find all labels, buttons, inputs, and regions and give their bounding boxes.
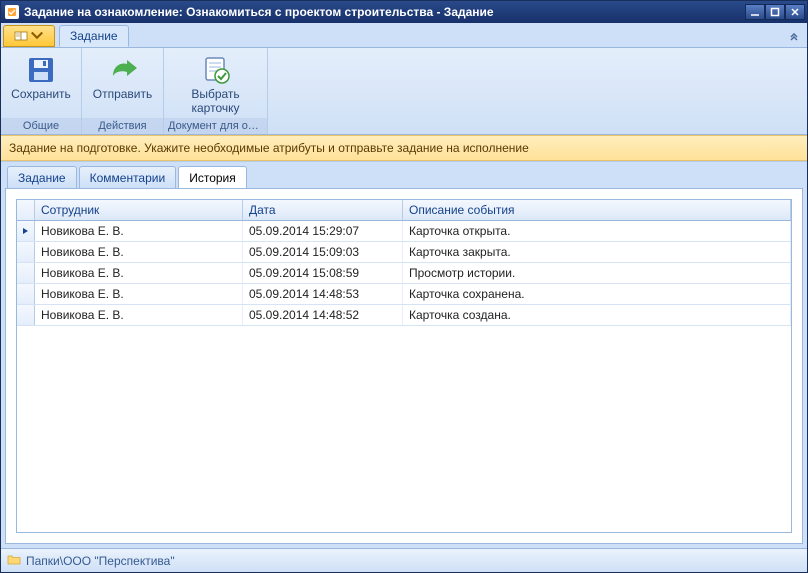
ribbon-tab-task[interactable]: Задание: [59, 25, 129, 47]
grid-body[interactable]: Новикова Е. В.05.09.2014 15:29:07Карточк…: [17, 221, 791, 532]
cell-date: 05.09.2014 15:29:07: [243, 221, 403, 241]
cell-employee: Новикова Е. В.: [35, 305, 243, 325]
maximize-button[interactable]: [765, 4, 785, 20]
cell-desc: Карточка создана.: [403, 305, 791, 325]
cell-desc: Карточка сохранена.: [403, 284, 791, 304]
app-window: Задание на ознакомление: Ознакомиться с …: [0, 0, 808, 573]
ribbon-tabstrip: Задание: [1, 23, 807, 47]
row-indicator: [17, 263, 35, 283]
history-grid: Сотрудник Дата Описание события Новикова…: [16, 199, 792, 533]
cell-desc: Карточка закрыта.: [403, 242, 791, 262]
table-row[interactable]: Новикова Е. В.05.09.2014 14:48:52Карточк…: [17, 305, 791, 326]
col-employee[interactable]: Сотрудник: [35, 200, 243, 220]
table-row[interactable]: Новикова Е. В.05.09.2014 15:09:03Карточк…: [17, 242, 791, 263]
ribbon-collapse-button[interactable]: [785, 29, 803, 47]
tab-history[interactable]: История: [178, 166, 247, 188]
info-bar: Задание на подготовке. Укажите необходим…: [1, 135, 807, 161]
row-header-corner: [17, 200, 35, 220]
status-path: Папки\ООО "Перспектива": [26, 554, 175, 568]
close-button[interactable]: [785, 4, 805, 20]
statusbar: Папки\ООО "Перспектива": [1, 548, 807, 572]
tab-task[interactable]: Задание: [7, 166, 77, 188]
cell-desc: Просмотр истории.: [403, 263, 791, 283]
col-desc[interactable]: Описание события: [403, 200, 791, 220]
floppy-icon: [25, 54, 57, 86]
row-indicator: [17, 284, 35, 304]
send-icon: [107, 54, 139, 86]
table-row[interactable]: Новикова Е. В.05.09.2014 15:29:07Карточк…: [17, 221, 791, 242]
row-indicator: [17, 242, 35, 262]
cell-date: 05.09.2014 15:09:03: [243, 242, 403, 262]
cell-employee: Новикова Е. В.: [35, 242, 243, 262]
save-button[interactable]: Сохранить: [9, 52, 73, 102]
ribbon-group-label: Действия: [82, 118, 163, 134]
send-label: Отправить: [93, 88, 153, 102]
row-indicator: [17, 305, 35, 325]
choose-card-label: Выбрать карточку: [191, 88, 239, 116]
send-button[interactable]: Отправить: [91, 52, 155, 102]
table-row[interactable]: Новикова Е. В.05.09.2014 15:08:59Просмот…: [17, 263, 791, 284]
col-date[interactable]: Дата: [243, 200, 403, 220]
save-label: Сохранить: [11, 88, 71, 102]
cell-date: 05.09.2014 14:48:52: [243, 305, 403, 325]
ribbon: Сохранить Общие Отправить Действия: [1, 47, 807, 135]
cell-employee: Новикова Е. В.: [35, 284, 243, 304]
row-indicator: [17, 221, 35, 241]
cell-date: 05.09.2014 15:08:59: [243, 263, 403, 283]
card-check-icon: [200, 54, 232, 86]
ribbon-group-doc: Выбрать карточку Документ для озн…: [164, 48, 268, 134]
choose-card-button[interactable]: Выбрать карточку: [177, 52, 255, 116]
ribbon-group-label: Общие: [1, 118, 81, 134]
doc-icon: [5, 5, 19, 19]
app-menu-button[interactable]: [3, 25, 55, 47]
cell-desc: Карточка открыта.: [403, 221, 791, 241]
window-title: Задание на ознакомление: Ознакомиться с …: [24, 5, 745, 19]
ribbon-group-label: Документ для озн…: [164, 118, 267, 134]
cell-employee: Новикова Е. В.: [35, 221, 243, 241]
titlebar: Задание на ознакомление: Ознакомиться с …: [1, 1, 807, 23]
grid-header: Сотрудник Дата Описание события: [17, 200, 791, 221]
cell-employee: Новикова Е. В.: [35, 263, 243, 283]
ribbon-group-actions: Отправить Действия: [82, 48, 164, 134]
content-tabs: Задание Комментарии История: [1, 161, 807, 188]
folder-icon: [7, 553, 21, 568]
cell-date: 05.09.2014 14:48:53: [243, 284, 403, 304]
ribbon-group-general: Сохранить Общие: [1, 48, 82, 134]
tab-comments[interactable]: Комментарии: [79, 166, 177, 188]
minimize-button[interactable]: [745, 4, 765, 20]
history-panel: Сотрудник Дата Описание события Новикова…: [5, 188, 803, 544]
table-row[interactable]: Новикова Е. В.05.09.2014 14:48:53Карточк…: [17, 284, 791, 305]
